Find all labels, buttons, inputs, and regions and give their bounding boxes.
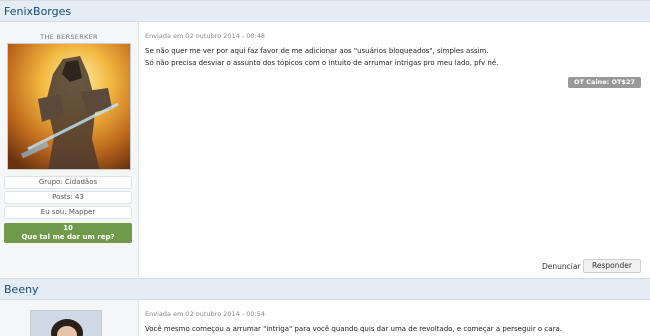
post-header: Beeny — [0, 278, 650, 300]
reputation-label: Que tal me dar um rep? — [21, 233, 115, 241]
avatar-image — [31, 311, 101, 336]
user-post-count: Posts: 43 — [4, 191, 132, 204]
post-body-line: Se não quer me ver por aqui faz favor de… — [145, 47, 489, 55]
avatar[interactable] — [30, 310, 102, 336]
author-name-link[interactable]: FenixBorges — [4, 5, 71, 18]
post-date: Enviada em 02 outubro 2014 - 00:48 — [145, 32, 265, 40]
user-role: Eu sou: Mapper — [4, 206, 132, 219]
reputation-count: 10 — [63, 224, 73, 232]
post-body-line: Só não precisa desviar o assunto dos tóp… — [145, 59, 499, 67]
reply-button[interactable]: Responder — [583, 259, 641, 273]
reputation-button[interactable]: 10 Que tal me dar um rep? — [4, 223, 132, 243]
report-link[interactable]: Denunciar — [542, 262, 581, 271]
post-body-line: Você mesmo começou a arrumar "intriga" p… — [145, 325, 562, 333]
user-group: Grupo: Cidadãos — [4, 176, 132, 189]
avatar[interactable] — [7, 43, 131, 170]
post-header: FenixBorges — [0, 0, 650, 22]
post-date: Enviada em 02 outubro 2014 - 00:54 — [145, 310, 265, 318]
author-name-link[interactable]: Beeny — [4, 283, 39, 296]
user-title: THE BERSERKER — [40, 33, 98, 41]
avatar-image — [8, 44, 130, 169]
signature-badge: OT Caine: OT$27 — [567, 77, 641, 88]
